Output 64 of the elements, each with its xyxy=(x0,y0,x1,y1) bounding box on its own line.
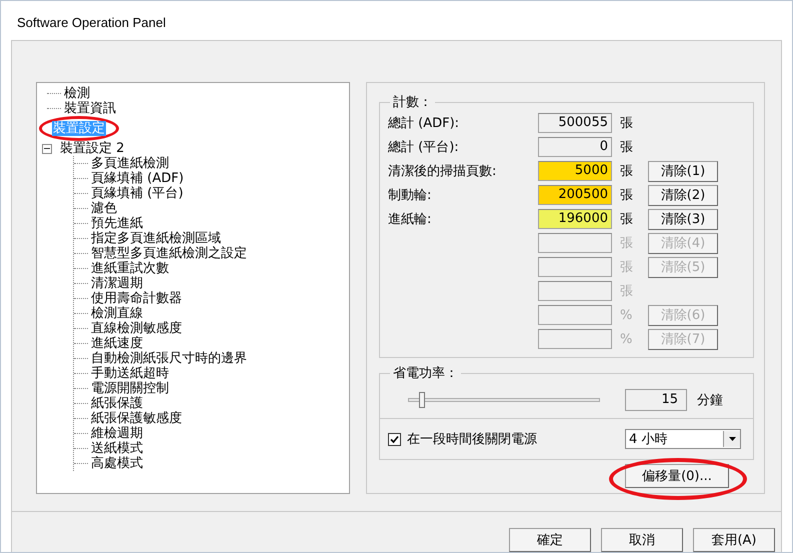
checkbox[interactable] xyxy=(388,432,401,446)
tree-item[interactable]: 智慧型多頁進紙檢測之設定 xyxy=(90,246,248,261)
collapse-icon[interactable] xyxy=(42,144,52,154)
tree-item[interactable]: 裝置設定 2 xyxy=(59,141,126,156)
counter-field: 0 xyxy=(538,137,612,157)
counter-field: 196000 xyxy=(538,209,612,229)
unit-label: % xyxy=(620,308,634,322)
counter-label: 進紙輪: xyxy=(388,211,432,228)
tree-item[interactable]: 頁緣填補 (平台) xyxy=(90,186,184,201)
window-title: Software Operation Panel xyxy=(17,15,166,30)
unit-label: 張 xyxy=(620,235,634,252)
tree-item[interactable]: 送紙模式 xyxy=(90,441,144,456)
unit-label: 分鐘 xyxy=(697,392,723,409)
unit-label: 張 xyxy=(620,139,634,156)
dialog-button[interactable]: 取消 xyxy=(601,528,683,552)
unit-label: 張 xyxy=(620,115,634,132)
tree-item[interactable]: 清潔週期 xyxy=(90,276,144,291)
hours-dropdown[interactable]: 4 小時 xyxy=(625,429,741,449)
counter-field: 500055 xyxy=(538,113,612,133)
tree-item[interactable]: 手動送紙超時 xyxy=(90,366,170,381)
dialog-button[interactable]: 套用(A) xyxy=(693,528,775,552)
tree-item[interactable]: 多頁進紙檢測 xyxy=(90,156,170,171)
tree-item[interactable]: 電源開關控制 xyxy=(90,381,170,396)
tree-item[interactable]: 預先進紙 xyxy=(90,216,144,231)
counter-label: 清潔後的掃描頁數: xyxy=(388,163,498,180)
counter-label: 總計 (平台): xyxy=(388,139,460,156)
tree-item[interactable]: 指定多頁進紙檢測區域 xyxy=(90,231,222,246)
slider-thumb[interactable] xyxy=(419,392,426,408)
tree-item[interactable]: 直線檢測敏感度 xyxy=(90,321,183,336)
counter-field: 200500 xyxy=(538,185,612,205)
unit-label: 張 xyxy=(620,163,634,180)
unit-label: 張 xyxy=(620,187,634,204)
tree-item[interactable]: 檢測直線 xyxy=(90,306,144,321)
tree-item[interactable]: 檢測 xyxy=(63,86,91,101)
clear-button[interactable]: 清除(2) xyxy=(648,184,718,206)
clear-button[interactable]: 清除(1) xyxy=(648,160,718,182)
power-slider[interactable] xyxy=(408,392,600,408)
offset-button[interactable]: 偏移量(0)... xyxy=(625,464,729,488)
unit-label: % xyxy=(620,332,634,346)
dropdown-arrow-icon xyxy=(728,437,736,441)
unit-label: 張 xyxy=(620,211,634,228)
tree-item[interactable]: 自動檢測紙張尺寸時的邊界 xyxy=(90,351,248,366)
counter-field: 5000 xyxy=(538,161,612,181)
clear-button[interactable]: 清除(3) xyxy=(648,208,718,230)
tree-item[interactable]: 紙張保護敏感度 xyxy=(90,411,183,426)
tree-item[interactable]: 維檢週期 xyxy=(90,426,144,441)
counter-label: 制動輪: xyxy=(388,187,432,204)
check-icon xyxy=(390,434,399,444)
tree-item[interactable]: 紙張保護 xyxy=(90,396,144,411)
tree-item[interactable]: 高處模式 xyxy=(90,456,144,471)
dialog-button[interactable]: 確定 xyxy=(509,528,591,552)
group-title: 省電功率： xyxy=(392,365,459,382)
unit-label: 張 xyxy=(620,283,634,300)
tree-item[interactable]: 使用壽命計數器 xyxy=(90,291,183,306)
unit-label: 張 xyxy=(620,259,634,276)
tree-item[interactable]: 裝置資訊 xyxy=(63,101,117,116)
minutes-field[interactable]: 15 xyxy=(625,389,687,411)
tree-item[interactable]: 頁緣填補 (ADF) xyxy=(90,171,185,186)
tree-item[interactable]: 進紙速度 xyxy=(90,336,144,351)
group-title: 計數： xyxy=(392,94,433,111)
checkbox-label[interactable]: 在一段時間後關閉電源 xyxy=(407,430,537,448)
counter-label: 總計 (ADF): xyxy=(388,115,460,132)
tree-item[interactable]: 進紙重試次數 xyxy=(90,261,170,276)
tree-item[interactable]: 濾色 xyxy=(90,201,118,216)
